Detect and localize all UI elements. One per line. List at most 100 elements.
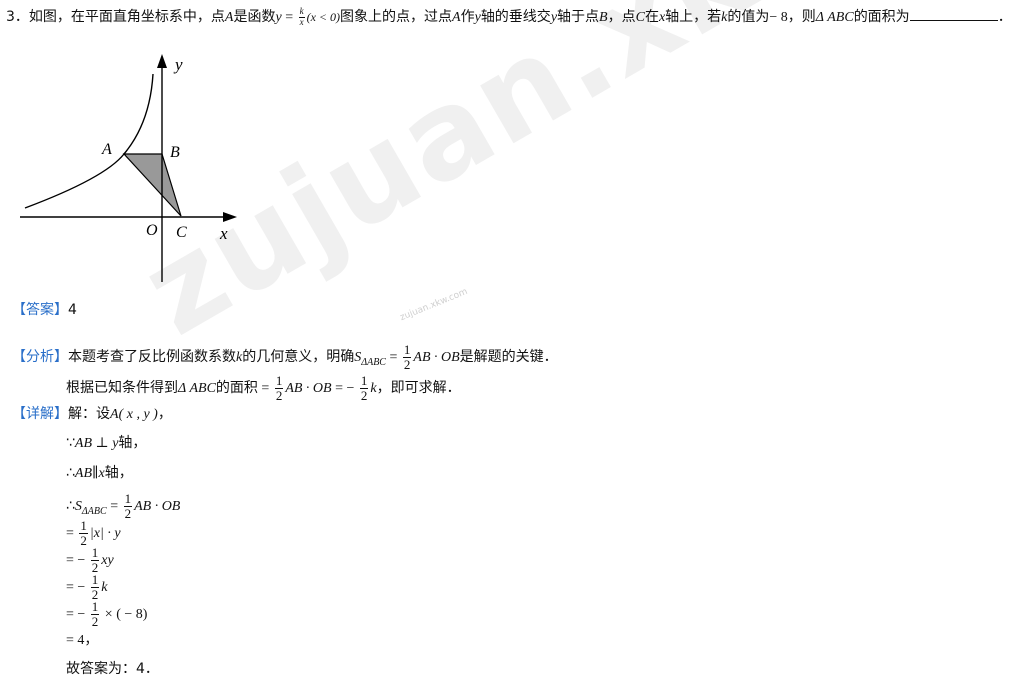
fraction-denominator: 2 (275, 387, 283, 403)
fraction-half: 12 (90, 545, 100, 574)
stem-text: 轴于点 (557, 9, 600, 25)
stem-text: 轴上，若 (665, 9, 722, 25)
math-expr: AB · OB (285, 381, 332, 397)
solution-line-7: = − 12k (66, 573, 108, 601)
fraction-denominator: 2 (91, 613, 99, 629)
solution-line-1: 【详解】解：设A( x , y )， (12, 403, 172, 426)
origin-label: O (146, 222, 158, 239)
therefore-symbol: ∴ (66, 465, 75, 481)
area-subscript: ΔABC (361, 356, 386, 368)
fraction-denominator: 2 (360, 387, 368, 403)
solution-line-3: ∴AB∥x轴， (66, 462, 133, 485)
area-symbol: S (74, 499, 82, 515)
fraction-denominator: 2 (403, 356, 411, 372)
math-expr: × ( − 8) (101, 607, 148, 623)
stem-text: 在 (644, 9, 659, 25)
watermark-small: zujuan.xkw.com (398, 286, 470, 324)
answer-value: 4 (68, 302, 77, 318)
solution-text: 轴， (104, 465, 133, 481)
fraction-half: 12 (402, 342, 412, 372)
stem-text: 的值为 (727, 9, 770, 25)
fraction-numerator: 1 (402, 342, 412, 358)
math-expr: ( x , y ) (118, 407, 158, 422)
math-point: A (110, 407, 119, 422)
solution-text: 解：设 (68, 406, 110, 422)
point-a-label: A (101, 141, 112, 158)
fraction-k-over-x: kx (298, 6, 305, 27)
fraction-numerator: 1 (79, 518, 88, 534)
stem-text: 的面积为 (853, 9, 910, 25)
analysis-text: ，即可求解． (376, 380, 461, 397)
math-op: = − (66, 580, 89, 596)
y-axis-label: y (173, 55, 183, 74)
k-value: − 8 (769, 10, 788, 25)
math-op: = (257, 381, 273, 397)
stem-text: 作 (460, 9, 475, 25)
x-axis-label: x (219, 224, 228, 243)
triangle-abc (122, 153, 182, 217)
fraction-half: 12 (90, 600, 100, 629)
solution-line-9: = 4， (66, 629, 98, 652)
question-number: 3． (6, 9, 29, 25)
stem-end: ． (997, 9, 1012, 25)
point-b-label: B (170, 144, 180, 161)
watermark-large: zujuan.xkw.com (120, 0, 1024, 363)
therefore-symbol: ∴ (66, 498, 75, 515)
analysis-tag: 【分析】 (12, 349, 68, 366)
answer-blank (909, 6, 998, 21)
fraction-numerator: k (298, 6, 305, 18)
solution-line-2: ∵AB ⊥ y轴， (66, 432, 146, 455)
stem-text: 轴的垂线交 (480, 9, 551, 25)
fraction-numerator: 1 (90, 545, 100, 561)
area-subscript: ΔABC (81, 505, 107, 517)
math-expr: AB · OB (134, 499, 181, 515)
math-point: C (635, 10, 645, 25)
math-point: B (599, 10, 608, 25)
fraction-half: 12 (359, 373, 369, 403)
fraction-half: 12 (79, 519, 88, 547)
analysis-text: 的面积 (215, 380, 258, 397)
hyperbola-curve (24, 73, 154, 209)
math-expr: |x| · y (89, 526, 121, 542)
analysis-text: 是解题的关键． (459, 349, 558, 366)
solution-text: 轴， (118, 435, 147, 451)
math-expr: = 4， (66, 633, 99, 648)
math-op: = − (331, 381, 358, 397)
solution-text: ， (157, 406, 172, 422)
analysis-text: 的几何意义，明确 (242, 349, 355, 366)
stem-text: 如图，在平面直角坐标系中，点 (28, 9, 225, 25)
fraction-numerator: 1 (274, 373, 284, 389)
fraction-half: 12 (123, 491, 133, 521)
solution-line-8: = − 12 × ( − 8) (66, 600, 147, 628)
solution-line-6: = − 1 2 xy (66, 546, 114, 574)
analysis-line-2: 根据已知条件得到Δ ABC的面积 = 1 2 AB · OB = − 1 2 k，即可求… (66, 374, 461, 402)
fraction-denominator: 2 (124, 505, 132, 521)
stem-text: ，则 (787, 9, 816, 25)
solution-tag: 【详解】 (12, 406, 68, 422)
fraction-half: 12 (274, 373, 284, 403)
point-c-label: C (176, 224, 187, 241)
solution-line-5: = 1 2 |x| · y (66, 519, 121, 547)
math-var: k (101, 580, 108, 596)
math-expr: xy (101, 553, 114, 569)
because-symbol: ∵ (66, 435, 75, 451)
fraction-denominator: x (299, 16, 304, 27)
y-axis-arrow (157, 54, 167, 68)
math-op: = (106, 499, 122, 515)
fraction-numerator: 1 (359, 373, 369, 389)
math-expr: AB ⊥ y (74, 436, 119, 451)
x-axis-arrow (223, 212, 237, 222)
math-expr: AB∥x (74, 466, 105, 481)
analysis-text: 根据已知条件得到 (66, 380, 178, 397)
solution-text: 故答案为：4． (66, 661, 159, 677)
triangle-name: Δ ABC (815, 10, 854, 25)
math-point: A (452, 10, 461, 25)
math-op: = (281, 10, 297, 25)
math-expr: AB · OB (413, 350, 460, 366)
domain-condition: (x < 0) (306, 10, 341, 24)
math-op: = (385, 350, 401, 366)
answer-tag: 【答案】 (12, 302, 68, 318)
answer-line: 【答案】4 (12, 299, 77, 321)
fraction-numerator: 1 (90, 572, 100, 588)
fraction-numerator: 1 (123, 491, 133, 507)
